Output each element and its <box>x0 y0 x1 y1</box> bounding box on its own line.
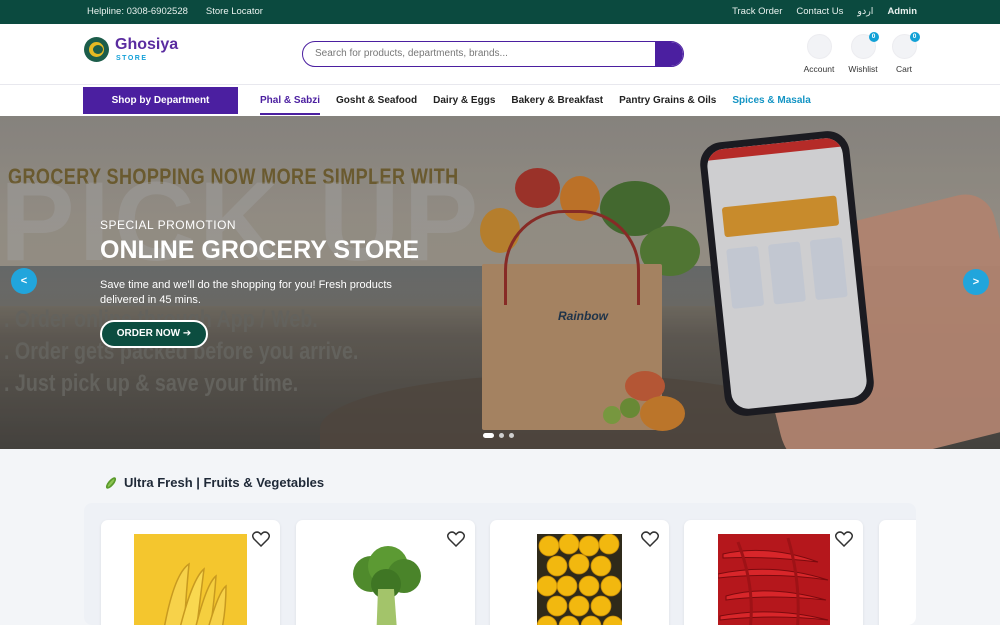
shop-by-department-button[interactable]: Shop by Department <box>83 87 238 114</box>
cart-button[interactable]: 0 Cart <box>880 32 928 74</box>
carousel-next-button[interactable]: > <box>963 269 989 295</box>
contact-us-link[interactable]: Contact Us <box>796 6 843 17</box>
nav-phal-sabzi[interactable]: Phal & Sabzi <box>260 95 321 115</box>
order-now-button[interactable]: ORDER NOW ➔ <box>100 320 208 348</box>
carousel-dots <box>483 433 514 438</box>
cart-icon: 0 <box>891 32 920 59</box>
logo-subtitle: STORE <box>116 55 148 62</box>
hero-carousel: GROCERY SHOPPING NOW MORE SIMPLER WITH P… <box>0 116 1000 449</box>
account-label: Account <box>803 64 835 74</box>
lemons-image <box>537 534 622 625</box>
nav-spices-masala[interactable]: Spices & Masala <box>732 95 810 106</box>
product-card[interactable] <box>296 520 475 625</box>
account-button[interactable]: Account <box>795 34 843 74</box>
cart-count-badge: 0 <box>909 32 920 42</box>
heart-icon[interactable] <box>641 531 659 547</box>
heart-icon[interactable] <box>447 531 465 547</box>
nav-dairy-eggs[interactable]: Dairy & Eggs <box>433 95 495 106</box>
carousel-dot[interactable] <box>509 433 514 438</box>
nav-pantry-grains-oils[interactable]: Pantry Grains & Oils <box>619 95 716 106</box>
section-title-text: Ultra Fresh | Fruits & Vegetables <box>124 475 325 490</box>
main-nav: Shop by Department Phal & Sabzi Gosht & … <box>0 85 1000 116</box>
cart-label: Cart <box>895 64 913 74</box>
section-title: Ultra Fresh | Fruits & Vegetables <box>104 475 324 490</box>
product-card[interactable] <box>879 520 916 625</box>
promo-subtitle: SPECIAL PROMOTION <box>100 218 237 232</box>
store-locator-link[interactable]: Store Locator <box>206 6 263 17</box>
banana-image <box>134 534 247 625</box>
broccoli-image <box>326 534 446 625</box>
wishlist-label: Wishlist <box>848 64 878 74</box>
promo-title: ONLINE GROCERY STORE <box>100 236 420 264</box>
product-card[interactable] <box>101 520 280 625</box>
search-bar <box>302 41 684 67</box>
track-order-link[interactable]: Track Order <box>732 6 782 17</box>
cucumber-icon <box>105 476 117 489</box>
logo-icon <box>84 37 109 62</box>
heart-icon[interactable] <box>252 531 270 547</box>
language-toggle[interactable]: اردو <box>857 6 873 17</box>
search-button[interactable] <box>655 42 683 66</box>
admin-link[interactable]: Admin <box>887 6 917 17</box>
wishlist-count-badge: 0 <box>868 32 879 42</box>
nav-gosht-seafood[interactable]: Gosht & Seafood <box>336 95 417 106</box>
product-carousel <box>84 503 916 625</box>
heart-icon: 0 <box>850 32 879 59</box>
product-card[interactable] <box>684 520 863 625</box>
carousel-dot[interactable] <box>499 433 504 438</box>
logo[interactable]: Ghosiya STORE <box>84 37 178 62</box>
search-input[interactable] <box>315 42 645 65</box>
helpline-text: Helpline: 0308-6902528 <box>87 6 188 17</box>
top-bar: Helpline: 0308-6902528 Store Locator Tra… <box>0 0 1000 24</box>
carousel-dot[interactable] <box>483 433 494 438</box>
red-chilli-image <box>718 534 830 625</box>
heart-icon[interactable] <box>835 531 853 547</box>
carousel-prev-button[interactable]: < <box>11 268 37 294</box>
user-icon <box>806 34 832 59</box>
product-card[interactable] <box>490 520 669 625</box>
promo-description: Save time and we'll do the shopping for … <box>100 279 392 306</box>
nav-bakery-breakfast[interactable]: Bakery & Breakfast <box>511 95 603 106</box>
logo-name: Ghosiya <box>115 36 179 53</box>
site-header: Ghosiya STORE Account 0 Wishlist 0 Cart <box>0 24 1000 85</box>
